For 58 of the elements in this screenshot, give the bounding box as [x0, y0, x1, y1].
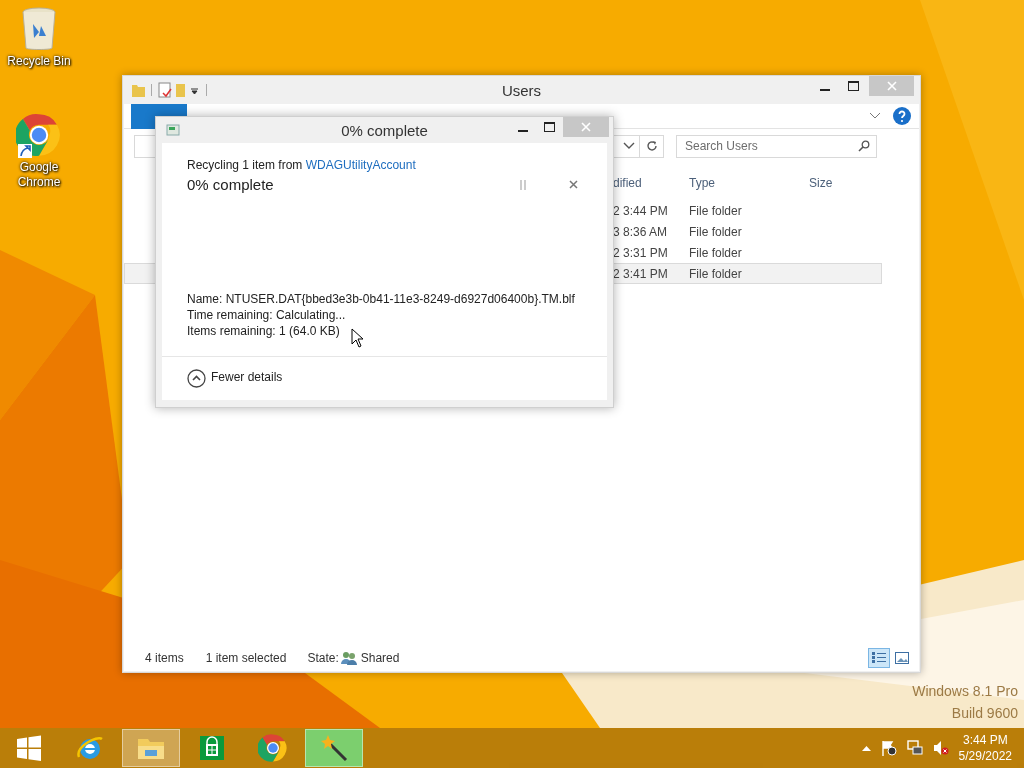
- selection-count: 1 item selected: [205, 651, 287, 665]
- dialog-title: 0% complete: [341, 121, 428, 139]
- edition-text: Windows 8.1 Pro: [912, 682, 1018, 701]
- item-count: 4 items: [145, 651, 184, 665]
- maximize-icon: [848, 81, 859, 91]
- close-icon: [886, 81, 897, 91]
- search-field[interactable]: Search Users: [676, 134, 877, 158]
- date-modified-cell-text: 2 3:31 PM: [613, 245, 669, 260]
- close-icon: [581, 122, 591, 132]
- type-cell-text: File folder: [689, 266, 743, 281]
- speaker-muted-icon[interactable]: [932, 740, 949, 756]
- clock[interactable]: 3:44 PM 5/29/2022: [958, 732, 1012, 764]
- taskbar-app-button[interactable]: [305, 729, 363, 767]
- state-value: Shared: [360, 651, 400, 665]
- maximize-icon: [544, 122, 555, 132]
- flag-icon[interactable]: [880, 740, 897, 756]
- search-icon: [858, 140, 870, 152]
- date-modified-cell-text: 2 3:41 PM: [613, 266, 669, 281]
- progress-message: Recycling 1 item from WDAGUtilityAccount: [187, 157, 416, 173]
- chevron-down-icon[interactable]: [623, 142, 635, 150]
- shortcut-arrow-icon: [18, 144, 32, 158]
- date-modified-cell-text: 3 8:36 AM: [613, 224, 669, 239]
- shopping-bag-icon: [198, 734, 226, 762]
- fewer-details-button[interactable]: Fewer details: [187, 369, 283, 388]
- detail-line: Time remaining: Calculating...: [187, 307, 346, 323]
- chrome-logo-icon: [16, 112, 62, 158]
- help-icon[interactable]: [893, 107, 911, 125]
- column-header[interactable]: Type: [689, 176, 809, 190]
- mouse-pointer-icon: [351, 328, 364, 348]
- date-modified-cell-text: 2 3:44 PM: [613, 203, 669, 218]
- chrome-logo-icon: [258, 733, 288, 763]
- image-icon: [895, 652, 909, 664]
- caret-up-icon[interactable]: [861, 745, 871, 751]
- edition-text: Build 9600: [951, 704, 1018, 723]
- refresh-icon: [645, 140, 658, 152]
- chevron-down-icon[interactable]: [869, 112, 881, 120]
- type-cell-text: File folder: [689, 224, 743, 239]
- recycle-bin-icon: [21, 6, 57, 52]
- magic-wand-icon: [319, 733, 349, 763]
- progress-percent: 0% complete: [187, 176, 274, 193]
- type-cell-text: File folder: [689, 245, 743, 260]
- type-cell-text: File folder: [689, 203, 743, 218]
- detail-line: Items remaining: 1 (64.0 KB): [187, 323, 340, 339]
- users-icon: [340, 651, 357, 665]
- windows-logo-icon: [16, 735, 42, 761]
- state-label: State:: [307, 651, 339, 665]
- chevron-up-icon: [187, 369, 206, 388]
- column-header[interactable]: Size: [809, 176, 889, 190]
- cancel-icon[interactable]: [569, 180, 578, 189]
- column-header[interactable]: dified: [613, 176, 689, 190]
- window-title: Users: [501, 81, 542, 99]
- source-link[interactable]: WDAGUtilityAccount: [305, 158, 416, 172]
- recycle-progress-icon: [166, 123, 182, 137]
- list-icon: [871, 651, 887, 665]
- minimize-icon: [819, 88, 830, 91]
- network-icon[interactable]: [906, 740, 923, 756]
- detail-line: Name: NTUSER.DAT{bbed3e3b-0b41-11e3-8249-d6927d06400b}.TM.blf: [187, 291, 575, 307]
- details-view-button[interactable]: [868, 648, 890, 668]
